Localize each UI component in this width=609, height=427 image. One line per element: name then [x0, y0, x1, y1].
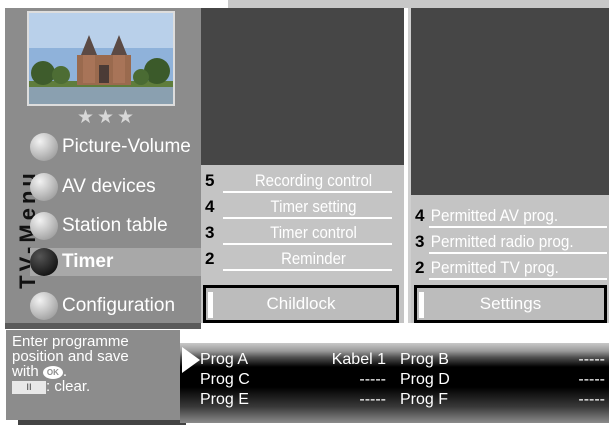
timer-submenu-item-recording-control[interactable]: 5 Recording control	[201, 168, 404, 194]
tv-menu-title: TV-Menu	[6, 148, 40, 308]
item-label: Permitted TV prog.	[430, 258, 559, 277]
divider	[429, 226, 607, 228]
prog-c-value[interactable]: -----	[260, 370, 400, 390]
prog-f-name[interactable]: Prog F	[400, 390, 460, 410]
prog-d-value[interactable]: -----	[460, 370, 605, 390]
hint-line-1: Enter programme	[12, 333, 129, 350]
prog-d-name[interactable]: Prog D	[400, 370, 460, 390]
sidebar-shadow	[5, 323, 201, 329]
childlock-item-permitted-tv[interactable]: 2 Permitted TV prog.	[411, 255, 609, 281]
prog-c-name[interactable]: Prog C	[200, 370, 260, 390]
selection-arrow-icon	[182, 347, 200, 373]
ball-icon	[30, 212, 58, 240]
divider	[429, 278, 607, 280]
ball-icon	[30, 133, 58, 161]
menu-item-label: Picture-Volume	[62, 136, 191, 157]
menu-item-label: Timer	[62, 251, 114, 272]
prog-a-name[interactable]: Prog A	[200, 350, 260, 370]
programme-grid: Prog A Kabel 1 Prog B ----- Prog C -----…	[200, 350, 605, 410]
prog-b-name[interactable]: Prog B	[400, 350, 460, 370]
divider	[223, 217, 392, 219]
ball-icon	[30, 248, 58, 276]
childlock-preview-panel	[411, 8, 609, 195]
menu-item-configuration[interactable]: Configuration	[30, 291, 201, 321]
divider	[223, 191, 392, 193]
help-hint: Enter programme position and save with O…	[6, 330, 180, 420]
item-number: 5	[205, 171, 215, 190]
menu-item-picture-volume[interactable]: Picture-Volume	[30, 132, 201, 162]
timer-submenu-item-timer-setting[interactable]: 4 Timer setting	[201, 194, 404, 220]
menu-item-label: AV devices	[62, 176, 156, 197]
rating-stars: ★★★	[76, 107, 138, 128]
top-strip	[228, 0, 609, 8]
prog-f-value[interactable]: -----	[460, 390, 605, 410]
timer-submenu: 5 Recording control 4 Timer setting 3 Ti…	[201, 168, 404, 272]
item-number: 2	[415, 258, 425, 277]
programme-row: Prog A Kabel 1 Prog B -----	[200, 350, 605, 370]
tv-menu-screen: ★★★ TV-Menu Picture-Volume AV devices St…	[0, 0, 609, 427]
settings-button[interactable]: Settings	[414, 285, 607, 323]
programme-row: Prog C ----- Prog D -----	[200, 370, 605, 390]
item-number: 2	[205, 249, 215, 268]
hint-line-2: position and save	[12, 348, 129, 365]
programme-row: Prog E ----- Prog F -----	[200, 390, 605, 410]
picture-thumbnail	[27, 11, 175, 106]
childlock-submenu: 4 Permitted AV prog. 3 Permitted radio p…	[411, 203, 609, 281]
menu-item-label: Configuration	[62, 295, 176, 316]
item-number: 3	[415, 232, 425, 251]
timer-preview-panel	[201, 8, 404, 165]
childlock-item-permitted-radio[interactable]: 3 Permitted radio prog.	[411, 229, 609, 255]
divider	[223, 269, 392, 271]
hint-line-3: with OK.	[12, 364, 174, 379]
item-label: Permitted AV prog.	[430, 206, 559, 225]
hint-shadow	[18, 420, 186, 425]
menu-item-av-devices[interactable]: AV devices	[30, 172, 201, 202]
prog-a-value[interactable]: Kabel 1	[260, 350, 400, 370]
divider	[429, 252, 607, 254]
item-label: Reminder	[281, 249, 346, 268]
item-label: Recording control	[254, 171, 373, 190]
item-label: Permitted radio prog.	[430, 232, 574, 251]
item-label: Timer setting	[270, 197, 357, 216]
item-number: 3	[205, 223, 215, 242]
childlock-item-permitted-av[interactable]: 4 Permitted AV prog.	[411, 203, 609, 229]
menu-item-station-table[interactable]: Station table	[30, 211, 201, 241]
menu-item-timer[interactable]: Timer	[30, 248, 201, 276]
timer-submenu-item-timer-control[interactable]: 3 Timer control	[201, 220, 404, 246]
hint-with: with	[12, 363, 39, 380]
childlock-button[interactable]: Childlock	[203, 285, 399, 323]
ok-key-icon: OK	[42, 365, 63, 379]
item-number: 4	[205, 197, 215, 216]
settings-label: Settings	[479, 294, 542, 313]
divider	[223, 243, 392, 245]
menu-item-label: Station table	[62, 215, 168, 236]
hint-line-4: II: clear.	[12, 379, 174, 394]
item-number: 4	[415, 206, 425, 225]
prog-e-name[interactable]: Prog E	[200, 390, 260, 410]
selection-cursor	[208, 292, 213, 318]
ball-icon	[30, 292, 58, 320]
timer-submenu-item-reminder[interactable]: 2 Reminder	[201, 246, 404, 272]
childlock-label: Childlock	[266, 294, 336, 313]
pause-key-icon: II	[12, 380, 46, 394]
ball-icon	[30, 173, 58, 201]
item-label: Timer control	[270, 223, 357, 242]
hint-clear: : clear.	[46, 378, 91, 395]
selection-cursor	[419, 292, 424, 318]
prog-b-value[interactable]: -----	[460, 350, 605, 370]
prog-e-value[interactable]: -----	[260, 390, 400, 410]
